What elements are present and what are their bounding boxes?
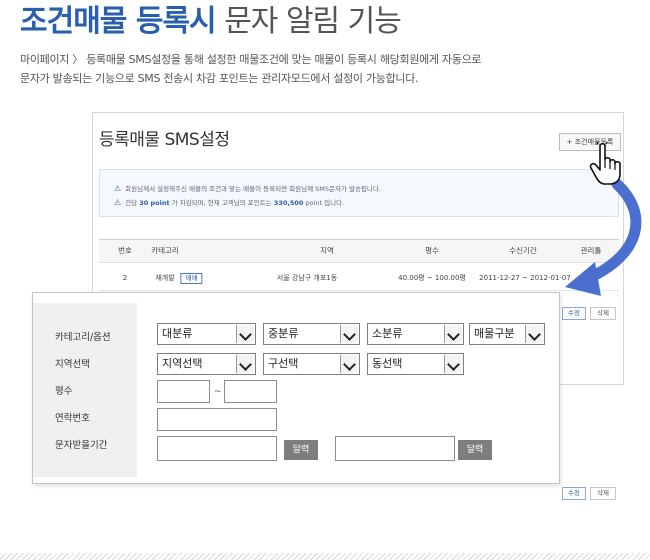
column-header: 평수 <box>425 246 439 255</box>
listing-type-select[interactable]: 매물구분 <box>469 323 545 345</box>
category-middle-select[interactable]: 중분류 <box>263 323 360 345</box>
description-line-2: 문자가 발송되는 기능으로 SMS 전송시 차감 포인트는 관리자모드에서 설정… <box>20 72 419 85</box>
row-region: 서울 강남구 개포1동 <box>276 274 338 282</box>
column-header: 카테고리 <box>151 246 179 255</box>
end-calendar-button[interactable]: 달력 <box>458 440 492 460</box>
notice-text-1: 회원님께서 설정해주신 매물의 조건과 맞는 매물이 등록되면 회원님께 SMS… <box>125 185 381 193</box>
column-header: 수신기간 <box>509 246 537 255</box>
condition-form-popup: 카테고리/옵션 지역선택 평수 연락번호 문자받을기간 대분류 중분류 소분류 … <box>32 292 560 484</box>
range-tilde: ~ <box>214 387 222 397</box>
area-label: 평수 <box>55 386 73 397</box>
points-total: 330,500 <box>273 199 304 207</box>
region-select[interactable]: 지역선택 <box>157 353 256 375</box>
notice-text-2c: point 입니다. <box>305 199 345 207</box>
form-label-column: 카테고리/옵션 지역선택 평수 연락번호 문자받을기간 <box>33 303 137 477</box>
edit-button[interactable]: 수정 <box>562 487 586 500</box>
dong-select[interactable]: 동선택 <box>367 353 464 375</box>
period-end-input[interactable] <box>335 436 455 461</box>
chevron-down-icon <box>340 355 358 373</box>
region-label: 지역선택 <box>55 359 90 370</box>
area-max-input[interactable] <box>224 380 277 403</box>
form-input-column: 대분류 중분류 소분류 매물구분 지역선택 구선택 동선택 ~ 달력 달력 <box>137 303 551 477</box>
delete-button[interactable]: 삭제 <box>590 487 616 500</box>
category-minor-select[interactable]: 소분류 <box>367 323 464 345</box>
district-select[interactable]: 구선택 <box>263 353 360 375</box>
notice-line-1: ⚠ 회원님께서 설정해주신 매물의 조건과 맞는 매물이 등록되면 회원님께 SM… <box>114 183 381 193</box>
edit-button[interactable]: 수정 <box>562 307 586 320</box>
select-value: 매물구분 <box>474 327 515 340</box>
curved-arrow-icon <box>565 178 642 296</box>
footer-divider <box>0 553 650 560</box>
row-category: 재개발 매매 <box>155 265 203 291</box>
contact-number-input[interactable] <box>157 408 277 431</box>
description-line-1: 마이페이지 〉 등록매물 SMS설정을 통해 설정한 매물조건에 맞는 매물이 … <box>20 53 482 66</box>
panel-title: 등록매물 SMS설정 <box>99 130 230 150</box>
notice-box: ⚠ 회원님께서 설정해주신 매물의 조건과 맞는 매물이 등록되면 회원님께 SM… <box>99 169 619 217</box>
deal-type-badge: 매매 <box>180 273 203 284</box>
select-value: 소분류 <box>372 327 403 340</box>
notice-text-2a: 건당 <box>125 199 138 207</box>
select-value: 동선택 <box>372 357 403 370</box>
table-header: 번호 카테고리 지역 평수 수신기간 관리툴 <box>99 239 619 263</box>
column-header: 지역 <box>320 246 334 255</box>
chevron-down-icon <box>236 325 254 343</box>
select-value: 구선택 <box>268 357 299 370</box>
warning-triangle-icon: ⚠ <box>114 198 122 207</box>
select-value: 대분류 <box>162 327 193 340</box>
chevron-down-icon <box>525 325 543 343</box>
period-label: 문자받을기간 <box>55 440 108 451</box>
notice-line-2: ⚠ 건당 30 point 가 차감되며, 현재 고객님의 포인트는 330,50… <box>114 197 344 207</box>
notice-text-2b: 가 차감되며, 현재 고객님의 포인트는 <box>171 199 272 207</box>
period-start-input[interactable] <box>157 436 277 461</box>
warning-triangle-icon: ⚠ <box>114 184 122 193</box>
start-calendar-button[interactable]: 달력 <box>284 440 318 460</box>
points-per-message: 30 point <box>139 199 170 207</box>
delete-button[interactable]: 삭제 <box>590 307 616 320</box>
contact-label: 연락번호 <box>55 413 90 424</box>
category-major-select[interactable]: 대분류 <box>157 323 256 345</box>
page-title: 조건매물 등록시 문자 알림 기능 <box>20 2 402 42</box>
feature-description: 마이페이지 〉 등록매물 SMS설정을 통해 설정한 매물조건에 맞는 매물이 … <box>20 50 630 88</box>
page-title-strong: 조건매물 등록시 <box>20 4 217 39</box>
chevron-down-icon <box>340 325 358 343</box>
area-min-input[interactable] <box>157 380 210 403</box>
category-label: 카테고리/옵션 <box>55 332 111 343</box>
chevron-down-icon <box>236 355 254 373</box>
category-text: 재개발 <box>155 274 175 282</box>
column-header: 번호 <box>118 246 132 255</box>
select-value: 지역선택 <box>162 357 203 370</box>
chevron-down-icon <box>444 325 462 343</box>
hand-pointer-icon <box>589 142 621 185</box>
page-title-light: 문자 알림 기능 <box>224 4 402 39</box>
table-row: 2 재개발 매매 서울 강남구 개포1동 40.00평 ~ 100.00평 201… <box>99 265 619 291</box>
row-area: 40.00평 ~ 100.00평 <box>398 274 466 282</box>
select-value: 중분류 <box>268 327 299 340</box>
chevron-down-icon <box>444 355 462 373</box>
row-number: 2 <box>122 274 128 282</box>
